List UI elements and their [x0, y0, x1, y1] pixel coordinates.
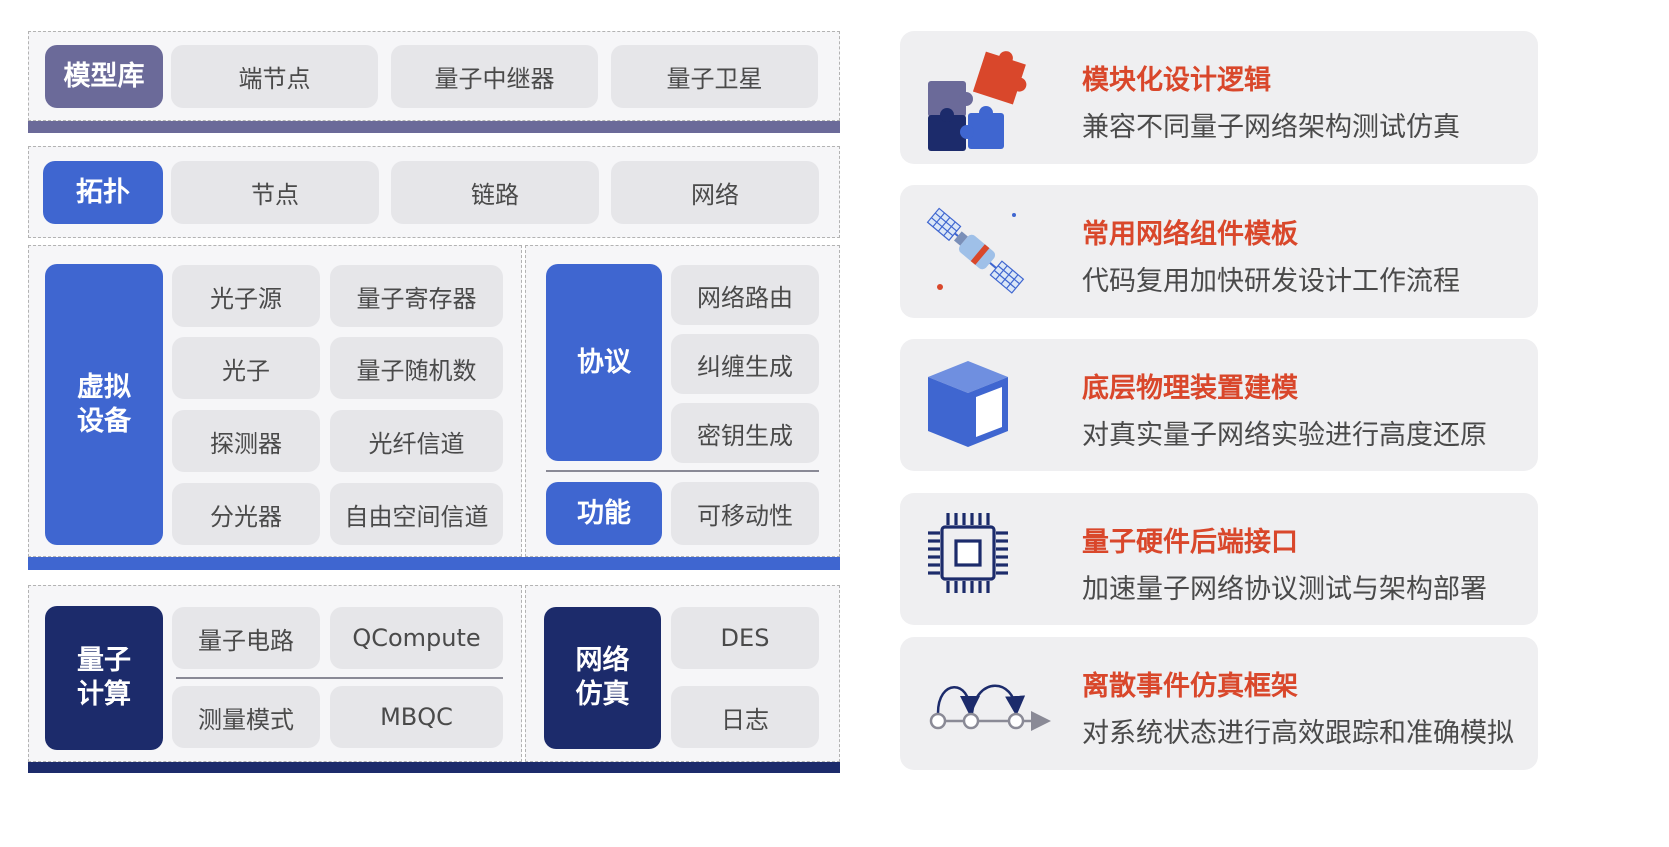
network-simulation-item: DES — [671, 607, 819, 669]
protocol-label: 协议 — [546, 264, 662, 461]
feature-card: 底层物理装置建模 对真实量子网络实验进行高度还原 — [900, 339, 1538, 471]
virtual-devices-label: 虚拟 设备 — [45, 264, 163, 545]
protocol-item: 网络路由 — [671, 265, 819, 325]
topology-item: 链路 — [391, 161, 599, 224]
virtual-device-item: 光纤信道 — [330, 410, 503, 472]
model-library-bar — [28, 121, 840, 133]
quantum-computing-label-line1: 量子 — [77, 645, 131, 676]
protocol-item: 密钥生成 — [671, 403, 819, 463]
virtual-device-item: 分光器 — [172, 483, 320, 545]
quantum-computing-divider — [176, 677, 503, 679]
feature-desc: 对真实量子网络实验进行高度还原 — [1082, 420, 1487, 451]
puzzle-icon — [922, 43, 1032, 153]
cube-icon — [922, 351, 1032, 461]
virtual-device-item: 光子源 — [172, 265, 320, 327]
network-simulation-label-line2: 仿真 — [575, 679, 630, 710]
feature-title: 量子硬件后端接口 — [1082, 527, 1298, 558]
virtual-devices-label-line1: 虚拟 — [77, 371, 131, 403]
feature-title: 离散事件仿真框架 — [1082, 671, 1298, 702]
satellite-icon — [922, 197, 1032, 307]
quantum-computing-item: 量子电路 — [172, 607, 320, 669]
model-library-item: 量子中继器 — [391, 45, 598, 108]
topology-label: 拓扑 — [43, 161, 163, 224]
network-simulation-label: 网络 仿真 — [544, 607, 661, 749]
quantum-computing-item: QCompute — [330, 607, 503, 669]
network-simulation-item: 日志 — [671, 686, 819, 748]
feature-title: 常用网络组件模板 — [1082, 219, 1298, 250]
topology-item: 节点 — [171, 161, 379, 224]
feature-desc: 加速量子网络协议测试与架构部署 — [1082, 574, 1487, 605]
middle-blue-bar — [28, 557, 840, 570]
feature-desc: 兼容不同量子网络架构测试仿真 — [1082, 112, 1460, 143]
quantum-computing-label-line2: 计算 — [77, 679, 131, 710]
feature-list: 模块化设计逻辑 兼容不同量子网络架构测试仿真 常用网络组件模板 代码复用加快研发… — [900, 0, 1540, 847]
quantum-computing-label: 量子 计算 — [45, 606, 163, 750]
quantum-computing-item: 测量模式 — [172, 686, 320, 748]
model-library-label: 模型库 — [45, 45, 163, 108]
protocol-item: 纠缠生成 — [671, 334, 819, 394]
feature-desc: 代码复用加快研发设计工作流程 — [1082, 266, 1460, 297]
feature-title: 底层物理装置建模 — [1082, 373, 1298, 404]
event-flow-icon — [922, 649, 1052, 759]
virtual-device-item: 探测器 — [172, 410, 320, 472]
virtual-device-item: 量子随机数 — [330, 337, 503, 399]
quantum-computing-item: MBQC — [330, 686, 503, 748]
bottom-navy-bar — [28, 762, 840, 773]
protocol-divider — [546, 470, 819, 472]
chip-icon — [922, 505, 1032, 615]
virtual-device-item: 自由空间信道 — [330, 483, 503, 545]
feature-card: 模块化设计逻辑 兼容不同量子网络架构测试仿真 — [900, 31, 1538, 164]
architecture-diagram: 模型库 端节点 量子中继器 量子卫星 拓扑 节点 链路 网络 虚拟 设备 光子源… — [0, 0, 860, 847]
function-item: 可移动性 — [671, 482, 819, 545]
virtual-devices-label-line2: 设备 — [77, 405, 131, 437]
feature-card: 常用网络组件模板 代码复用加快研发设计工作流程 — [900, 185, 1538, 318]
model-library-item: 端节点 — [171, 45, 378, 108]
function-label: 功能 — [546, 482, 662, 545]
topology-item: 网络 — [611, 161, 819, 224]
feature-desc: 对系统状态进行高效跟踪和准确模拟 — [1082, 718, 1514, 749]
feature-title: 模块化设计逻辑 — [1082, 65, 1271, 96]
network-simulation-label-line1: 网络 — [575, 645, 630, 676]
feature-card: 离散事件仿真框架 对系统状态进行高效跟踪和准确模拟 — [900, 637, 1538, 770]
virtual-device-item: 量子寄存器 — [330, 265, 503, 327]
model-library-item: 量子卫星 — [611, 45, 818, 108]
feature-card: 量子硬件后端接口 加速量子网络协议测试与架构部署 — [900, 493, 1538, 625]
virtual-device-item: 光子 — [172, 337, 320, 399]
